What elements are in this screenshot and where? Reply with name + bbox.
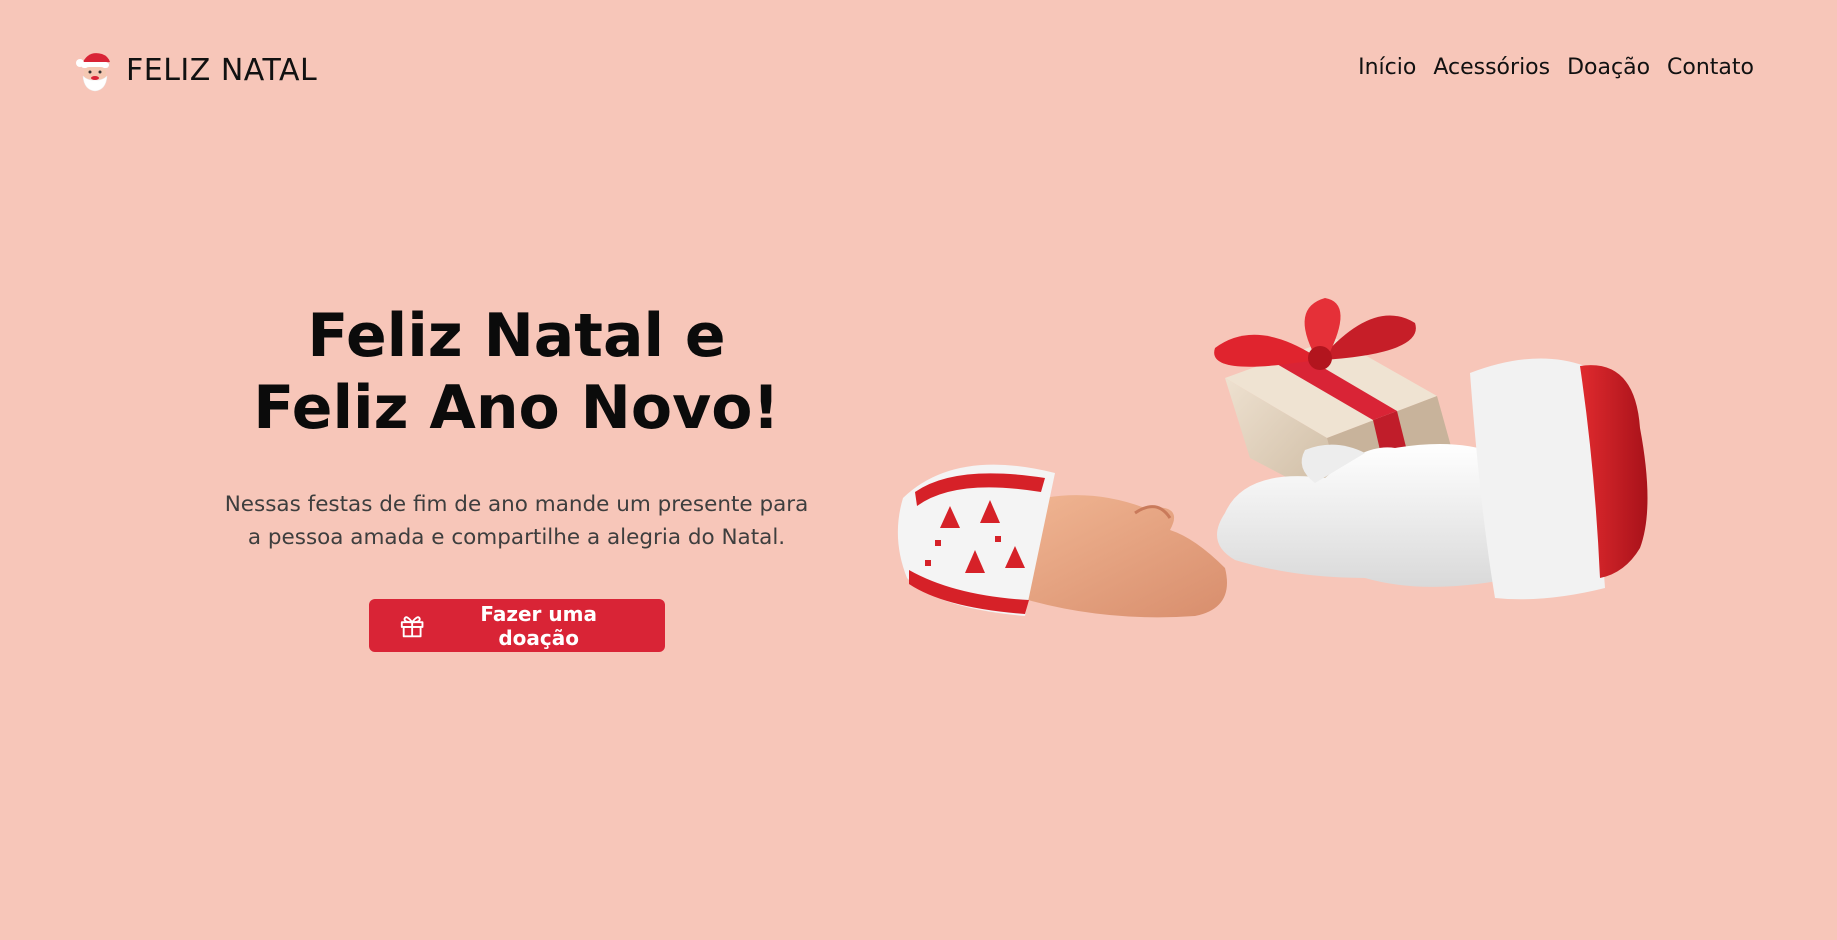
brand-name: FELIZ NATAL	[126, 52, 318, 88]
site-header: FELIZ NATAL Início Acessórios Doação Con…	[0, 0, 1837, 140]
main-nav: Início Acessórios Doação Contato	[1358, 55, 1754, 80]
donate-button-label: Fazer uma doação	[480, 601, 597, 650]
hero-description-line-2: a pessoa amada e compartilhe a alegria d…	[247, 525, 786, 550]
gift-icon	[400, 615, 423, 637]
nav-link-acessorios[interactable]: Acessórios	[1433, 55, 1550, 80]
hands-exchanging-gift-illustration	[897, 298, 1648, 618]
santa-icon	[76, 53, 110, 92]
hero-title: Feliz Natal e Feliz Ano Novo!	[160, 300, 873, 444]
hero-description-line-1: Nessas festas de fim de ano mande um pre…	[224, 492, 809, 517]
nav-link-inicio[interactable]: Início	[1358, 55, 1416, 80]
hero-title-line-1: Feliz Natal e	[307, 301, 726, 371]
donate-button[interactable]: Fazer uma doação	[368, 599, 665, 652]
brand-logo[interactable]: FELIZ NATAL	[74, 48, 317, 92]
hero-title-line-2: Feliz Ano Novo!	[253, 373, 780, 443]
hero-content: Feliz Natal e Feliz Ano Novo! Nessas fes…	[160, 300, 873, 652]
nav-link-contato[interactable]: Contato	[1667, 55, 1754, 80]
hero-description: Nessas festas de fim de ano mande um pre…	[160, 488, 873, 554]
nav-link-doacao[interactable]: Doação	[1567, 55, 1650, 80]
